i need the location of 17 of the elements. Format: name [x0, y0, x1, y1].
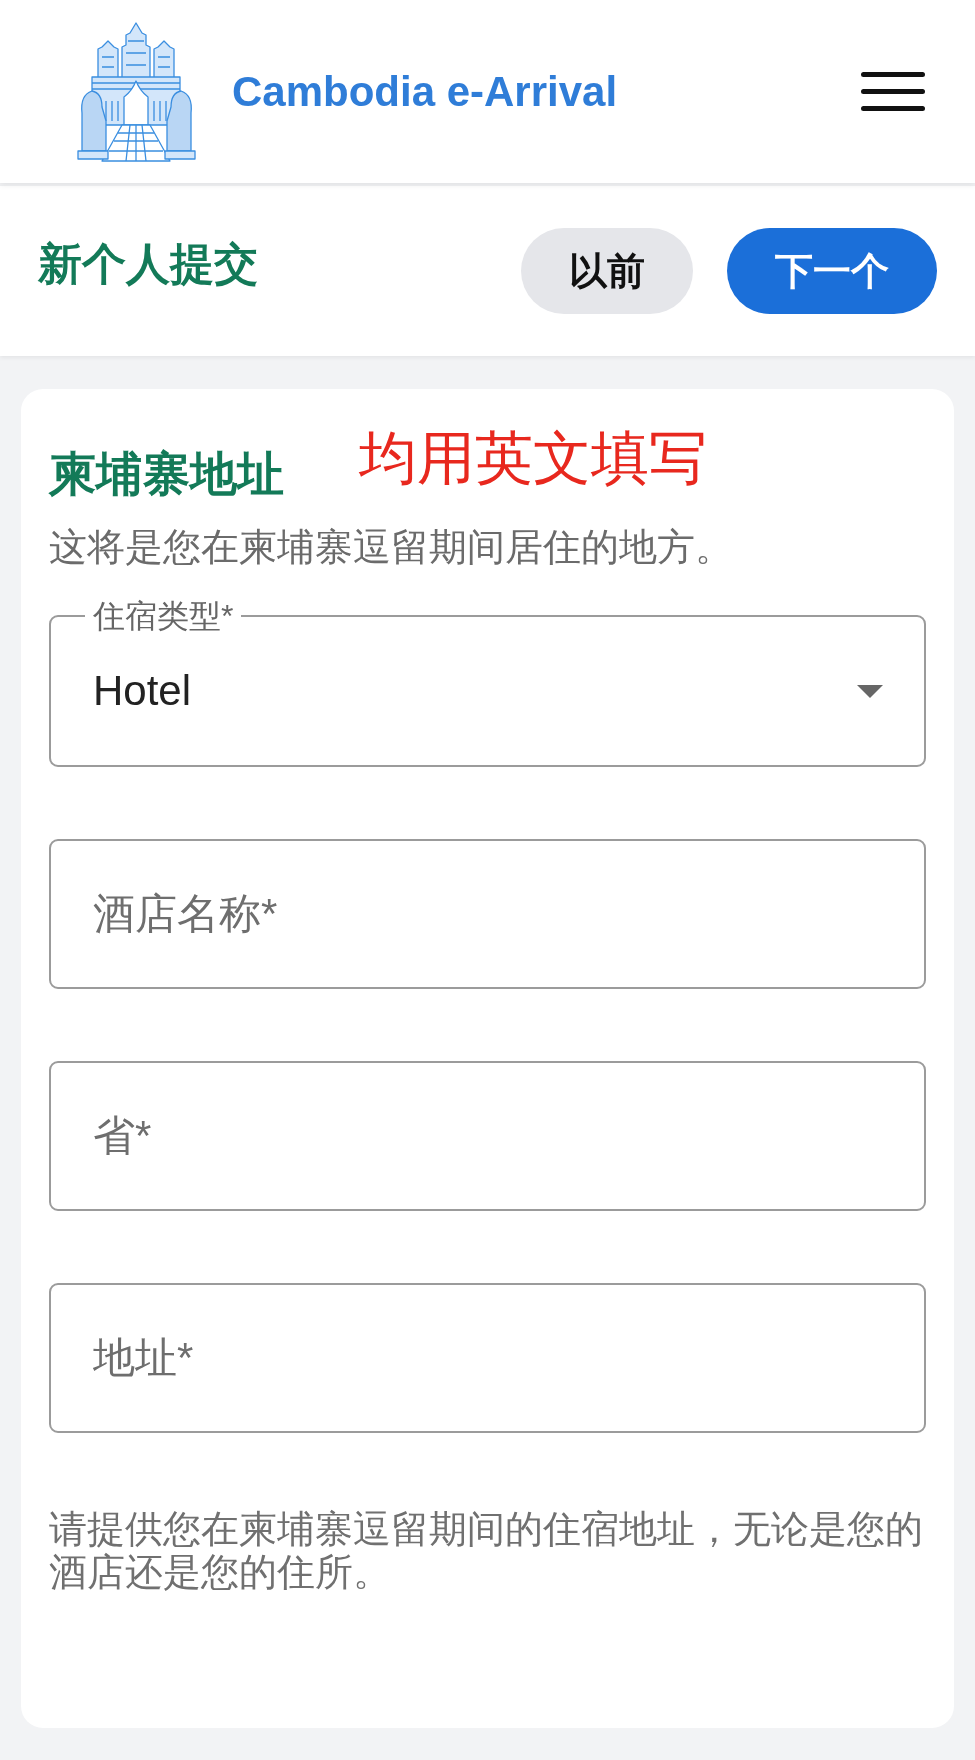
- menu-icon: [861, 72, 925, 111]
- floating-label: 住宿类型*: [92, 597, 235, 635]
- page-title: 新个人提交: [38, 237, 258, 290]
- previous-button[interactable]: 以前: [521, 228, 693, 314]
- caret-icon: [857, 684, 883, 698]
- annotation-text: 均用英文填写: [359, 424, 707, 491]
- dropdown-field[interactable]: 住宿类型* Hotel: [49, 597, 926, 767]
- input-field[interactable]: 省*: [49, 1061, 926, 1211]
- menu-button[interactable]: [861, 72, 925, 111]
- input-field[interactable]: 酒店名称*: [49, 839, 926, 989]
- input-field[interactable]: 地址*: [49, 1283, 926, 1433]
- help-text: 请提供您在柬埔寨逗留期间的住宿地址，无论是您的酒店还是您的住所。: [49, 1508, 924, 1594]
- temple-logo-icon: [76, 20, 197, 163]
- section-description: 这将是您在柬埔寨逗留期间居住的地方。: [49, 525, 734, 570]
- next-button[interactable]: 下一个: [727, 228, 937, 314]
- section-title: 柬埔寨地址: [49, 446, 284, 502]
- site-title: Cambodia e-Arrival: [232, 67, 618, 116]
